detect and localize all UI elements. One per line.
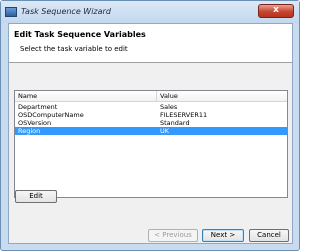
row-value: UK: [160, 127, 170, 135]
table-row[interactable]: OSVersion Standard: [15, 119, 287, 127]
edit-button[interactable]: Edit: [15, 190, 57, 203]
wizard-content: Edit Task Sequence Variables Select the …: [8, 23, 293, 244]
row-name: Department: [18, 103, 58, 111]
column-header-name[interactable]: Name: [15, 91, 157, 101]
row-value: Sales: [160, 103, 178, 111]
column-name-label: Name: [18, 92, 38, 100]
row-name: OSVersion: [18, 119, 52, 127]
table-row[interactable]: OSDComputerName FILESERVER11: [15, 111, 287, 119]
row-name: OSDComputerName: [18, 111, 84, 119]
next-button[interactable]: Next >: [202, 229, 244, 242]
column-header-value[interactable]: Value: [157, 91, 287, 101]
wizard-app-icon: [5, 7, 17, 17]
variables-list[interactable]: Name Value Department Sales OSDComputerN…: [14, 90, 288, 198]
row-value: FILESERVER11: [160, 111, 208, 119]
page-subtitle: Select the task variable to edit: [20, 45, 128, 53]
row-value: Standard: [160, 119, 190, 127]
table-row[interactable]: Department Sales: [15, 103, 287, 111]
window-title: Task Sequence Wizard: [21, 7, 111, 16]
row-name: Region: [18, 127, 41, 135]
cancel-button[interactable]: Cancel: [249, 229, 289, 242]
title-bar[interactable]: Task Sequence Wizard x: [1, 1, 299, 23]
wizard-header: Edit Task Sequence Variables Select the …: [9, 24, 292, 63]
close-button[interactable]: x: [258, 4, 294, 18]
table-row-selected[interactable]: Region UK: [15, 127, 287, 135]
wizard-window: Task Sequence Wizard x Edit Task Sequenc…: [0, 0, 300, 251]
list-header: Name Value: [15, 91, 287, 102]
page-title: Edit Task Sequence Variables: [14, 30, 146, 39]
column-value-label: Value: [160, 92, 178, 100]
previous-button[interactable]: < Previous: [148, 229, 198, 242]
